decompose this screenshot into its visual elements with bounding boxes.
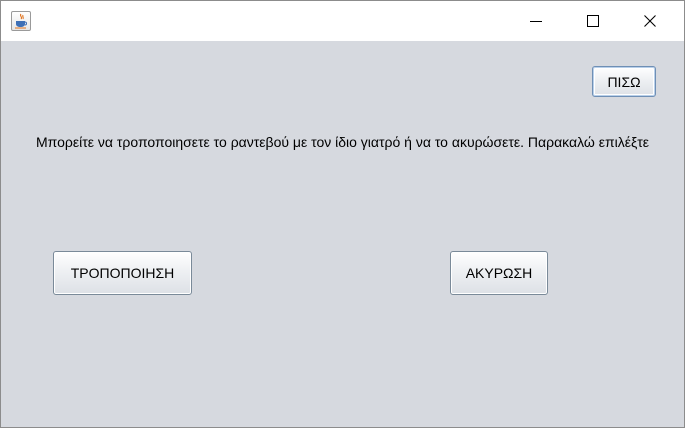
close-icon <box>644 15 656 27</box>
instruction-message: Μπορείτε να τροποποιησετε το ραντεβού με… <box>36 134 650 150</box>
cancel-appointment-button[interactable]: ΑΚΥΡΩΣΗ <box>450 251 548 295</box>
content-panel: ΠΙΣΩ Μπορείτε να τροποποιησετε το ραντεβ… <box>1 41 684 427</box>
minimize-button[interactable] <box>507 1 565 41</box>
modify-button[interactable]: ΤΡΟΠΟΠΟΙΗΣΗ <box>53 251 192 295</box>
title-bar[interactable] <box>1 1 684 41</box>
close-button[interactable] <box>621 1 679 41</box>
app-window: ΠΙΣΩ Μπορείτε να τροποποιησετε το ραντεβ… <box>0 0 685 428</box>
maximize-icon <box>587 15 599 27</box>
minimize-icon <box>530 21 542 22</box>
java-cup-icon[interactable] <box>11 11 31 31</box>
back-button[interactable]: ΠΙΣΩ <box>592 66 656 97</box>
maximize-button[interactable] <box>564 1 622 41</box>
